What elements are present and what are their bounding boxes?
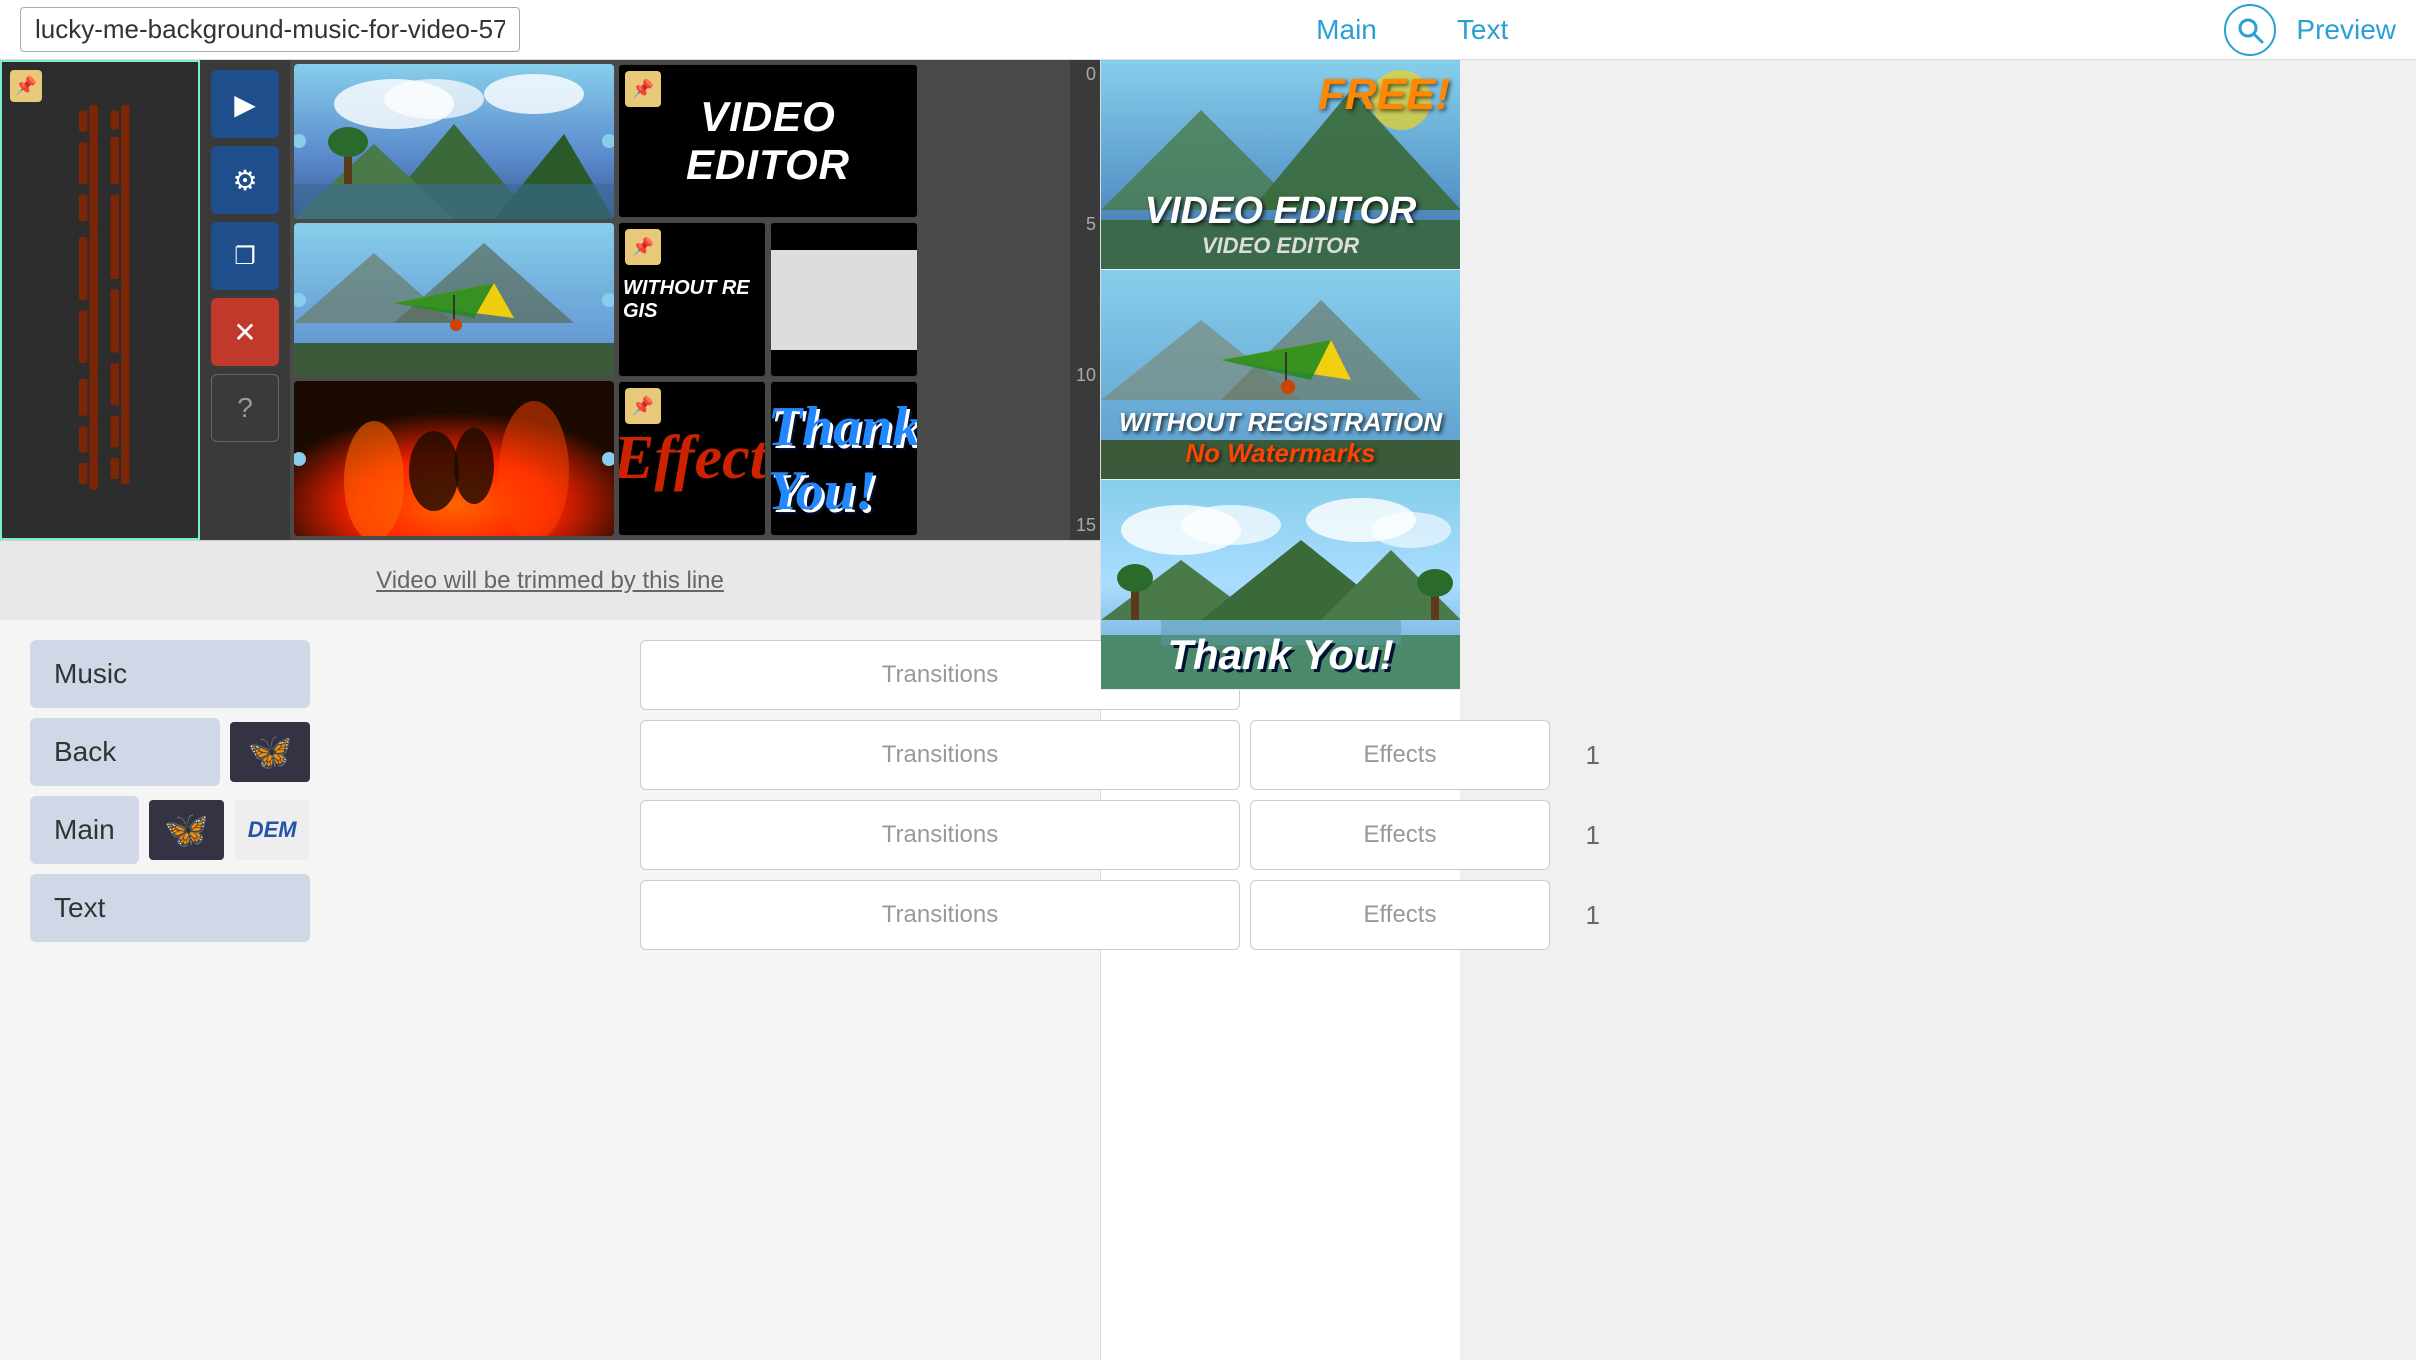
- controls-panel: ▶ ⚙ ❐ ✕ ?: [200, 60, 290, 540]
- preview-text-overlay-1: VIDEO EDITOR VIDEO EDITOR: [1101, 190, 1460, 259]
- header-tabs: Main Text: [600, 10, 2224, 50]
- preview-item-2[interactable]: WITHOUT REGISTRATION No Watermarks: [1101, 270, 1460, 480]
- audio-track[interactable]: 📌: [0, 60, 200, 540]
- transitions-label-4: Transitions: [882, 901, 998, 929]
- thumb-butterfly-1: 🦋: [230, 722, 310, 782]
- settings-button[interactable]: ⚙: [211, 146, 279, 214]
- timeline-panel: 📌: [0, 60, 1100, 1360]
- effects-cell-4[interactable]: Effects: [1250, 880, 1550, 950]
- help-button[interactable]: ?: [211, 374, 279, 442]
- clip-regis-text: WITHOUT REGIS: [619, 273, 765, 327]
- transitions-label-2: Transitions: [882, 741, 998, 769]
- timeline-row-3: Transitions Effects 1: [640, 800, 1600, 870]
- timeline-content: 📌: [0, 60, 1100, 540]
- ruler-mark-15: 15: [1074, 515, 1096, 536]
- clip-handle-right[interactable]: [602, 134, 614, 148]
- effects-label-4: Effects: [1364, 901, 1437, 929]
- transitions-label-1: Transitions: [882, 661, 998, 689]
- timeline-row-2: Transitions Effects 1: [640, 720, 1600, 790]
- video-track-area: VIDEO EDITOR 📌 📌 WITHOUT REGIS: [290, 60, 1100, 540]
- clip-title-text: VIDEO EDITOR: [629, 93, 907, 189]
- play-button[interactable]: ▶: [211, 70, 279, 138]
- row-number-3: 1: [1560, 820, 1600, 851]
- header: Main Text Preview: [0, 0, 2416, 60]
- ruler-mark-10: 10: [1074, 365, 1096, 386]
- ruler-mark-5: 5: [1074, 214, 1096, 235]
- preview-item-3[interactable]: Thank You!: [1101, 480, 1460, 690]
- preview-text-overlay-2: WITHOUT REGISTRATION No Watermarks: [1101, 407, 1460, 469]
- clip-thankyou-text: Thank You!: [770, 395, 918, 523]
- thumb-dem: DEM: [234, 800, 310, 860]
- text-clip-effects-big[interactable]: 📌 Effects: [618, 381, 766, 536]
- video-clip-landscape[interactable]: [294, 64, 614, 219]
- row-number-4: 1: [1560, 900, 1600, 931]
- effects-label-2: Effects: [1364, 741, 1437, 769]
- sidebar-buttons: Music Back 🦋 Main 🦋 DEM: [30, 640, 310, 960]
- back-row: Back 🦋: [30, 718, 310, 786]
- clip-handle-right-3[interactable]: [602, 452, 614, 466]
- text-button[interactable]: Text: [30, 874, 310, 942]
- clip-effects-text: Effects: [618, 423, 766, 494]
- main-area: 📌: [0, 60, 2416, 1360]
- timeline-row-4: Transitions Effects 1: [640, 880, 1600, 950]
- transitions-cell-2[interactable]: Transitions: [640, 720, 1240, 790]
- preview-item-1[interactable]: VIDEO EDITOR VIDEO EDITOR FREE!: [1101, 60, 1460, 270]
- text-clip-pin-2: 📌: [625, 229, 661, 265]
- waveform: [40, 100, 160, 500]
- clip-handle-right-2[interactable]: [602, 293, 614, 307]
- delete-button[interactable]: ✕: [211, 298, 279, 366]
- thumb-butterfly-2: 🦋: [149, 800, 225, 860]
- bottom-panel: Music Back 🦋 Main 🦋 DEM: [0, 620, 1100, 1360]
- tab-text[interactable]: Text: [1447, 10, 1518, 50]
- back-button[interactable]: Back: [30, 718, 220, 786]
- timeline-ruler: 0 5 10 15: [1070, 60, 1100, 540]
- music-button[interactable]: Music: [30, 640, 310, 708]
- transitions-label-3: Transitions: [882, 821, 998, 849]
- trim-line-text: Video will be trimmed by this line: [376, 567, 724, 595]
- video-clip-fire[interactable]: [294, 381, 614, 536]
- search-button[interactable]: [2224, 4, 2276, 56]
- main-row: Main 🦋 DEM: [30, 796, 310, 864]
- preview-label[interactable]: Preview: [2296, 14, 2396, 46]
- main-button[interactable]: Main: [30, 796, 139, 864]
- row-number-2: 1: [1560, 740, 1600, 771]
- effects-label-3: Effects: [1364, 821, 1437, 849]
- text-clip-effects[interactable]: [770, 222, 918, 377]
- transitions-cell-4[interactable]: Transitions: [640, 880, 1240, 950]
- tab-main[interactable]: Main: [1306, 10, 1387, 50]
- effects-cell-3[interactable]: Effects: [1250, 800, 1550, 870]
- effects-cell-2[interactable]: Effects: [1250, 720, 1550, 790]
- transitions-cell-3[interactable]: Transitions: [640, 800, 1240, 870]
- text-clip-thankyou[interactable]: Thank You!: [770, 381, 918, 536]
- preview-text-overlay-3: Thank You!: [1101, 631, 1460, 679]
- text-clip-pin: 📌: [625, 71, 661, 107]
- text-clip-pin-3: 📌: [625, 388, 661, 424]
- video-clip-hangglider[interactable]: [294, 223, 614, 378]
- copy-button[interactable]: ❐: [211, 222, 279, 290]
- ruler-mark-0: 0: [1074, 64, 1096, 85]
- trim-line-area: Video will be trimmed by this line: [0, 540, 1100, 620]
- text-clip-without-regis[interactable]: 📌 WITHOUT REGIS: [618, 222, 766, 377]
- text-clip-video-editor[interactable]: VIDEO EDITOR 📌: [618, 64, 918, 218]
- filename-input[interactable]: [20, 7, 520, 52]
- pin-icon: 📌: [10, 70, 42, 102]
